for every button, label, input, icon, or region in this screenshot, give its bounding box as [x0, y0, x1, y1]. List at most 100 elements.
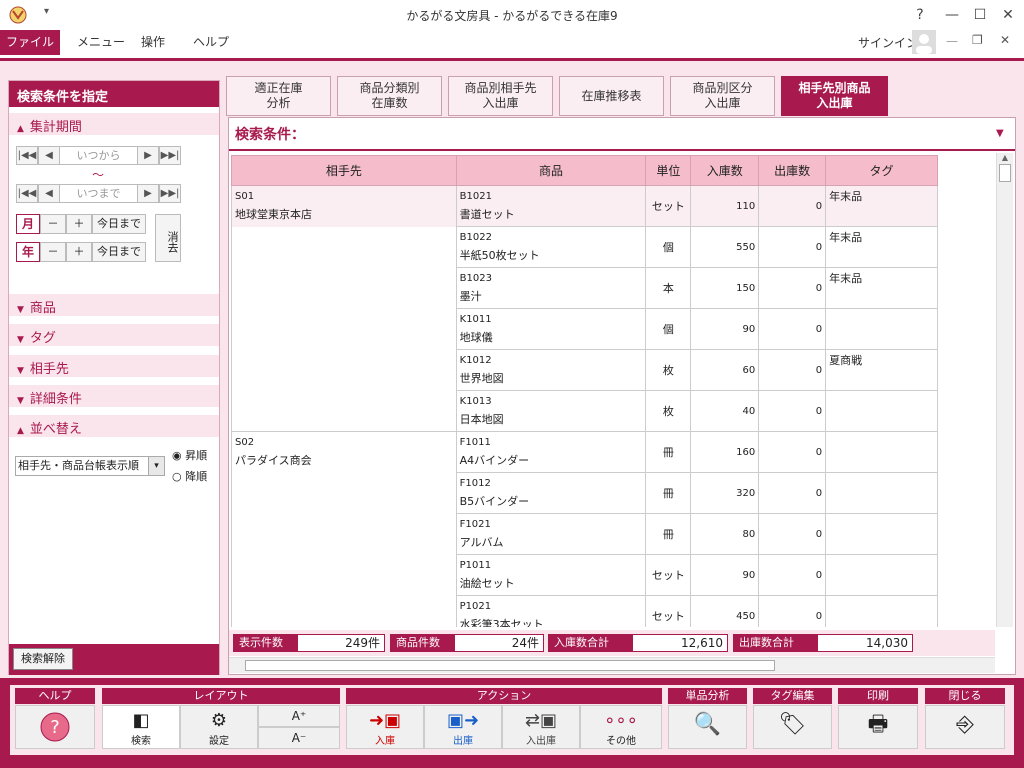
in-qty-cell[interactable]: 40	[690, 390, 760, 432]
partner-cell[interactable]	[231, 595, 457, 627]
tab-product-division[interactable]: 商品別区分 入出庫	[670, 76, 775, 116]
help-button[interactable]: ?	[15, 705, 95, 749]
sort-asc-radio[interactable]: ◉ 昇順	[172, 447, 207, 463]
stock-inout-button[interactable]: ⇄▣ 入出庫	[502, 705, 580, 749]
out-qty-cell[interactable]: 0	[758, 431, 827, 473]
year-minus-button[interactable]: －	[40, 242, 66, 262]
tag-cell[interactable]: 年末品	[825, 267, 938, 309]
avatar-icon[interactable]	[912, 30, 936, 54]
partner-cell[interactable]: S02 パラダイス商会	[231, 431, 457, 473]
in-qty-cell[interactable]: 450	[690, 595, 760, 627]
unit-cell[interactable]: 枚	[645, 390, 692, 432]
unit-cell[interactable]: 本	[645, 267, 692, 309]
signin-link[interactable]: サインイン	[858, 34, 918, 51]
last-icon[interactable]: ▶▶|	[159, 146, 181, 165]
table-row[interactable]: S01 地球堂東京本店 B1021 書道セット セット 110 0 年末品	[231, 185, 938, 227]
partner-cell[interactable]	[231, 390, 457, 432]
unit-cell[interactable]: 冊	[645, 431, 692, 473]
unit-cell[interactable]: 冊	[645, 472, 692, 514]
ribbon-min-icon[interactable]: —	[946, 34, 958, 48]
tab-partner-product[interactable]: 相手先別商品 入出庫	[781, 76, 888, 116]
window-help-button[interactable]: ?	[904, 0, 936, 30]
scroll-thumb[interactable]	[999, 164, 1011, 182]
in-qty-cell[interactable]: 160	[690, 431, 760, 473]
unit-cell[interactable]: 枚	[645, 349, 692, 391]
in-qty-cell[interactable]: 320	[690, 472, 760, 514]
ribbon-restore-icon[interactable]: ❐	[972, 33, 983, 47]
erase-button[interactable]: 消去	[155, 214, 181, 262]
next-icon[interactable]: ▶	[137, 146, 159, 165]
tag-cell[interactable]	[825, 513, 938, 555]
vertical-scrollbar[interactable]: ▲	[996, 153, 1013, 627]
unit-cell[interactable]: セット	[645, 185, 692, 227]
layout-search-button[interactable]: ◧ 検索	[102, 705, 180, 749]
in-qty-cell[interactable]: 150	[690, 267, 760, 309]
in-qty-cell[interactable]: 60	[690, 349, 760, 391]
section-detail[interactable]: ▼ 詳細条件	[9, 385, 219, 407]
table-row[interactable]: K1011 地球儀 個 90 0	[231, 308, 938, 350]
partner-cell[interactable]	[231, 472, 457, 514]
from-date-input[interactable]: いつから	[60, 146, 137, 165]
partner-cell[interactable]: S01 地球堂東京本店	[231, 185, 457, 227]
first-icon[interactable]: |◀◀	[16, 146, 38, 165]
close-button[interactable]: ⎆	[925, 705, 1005, 749]
close-window-button[interactable]: ✕	[992, 0, 1024, 30]
tag-cell[interactable]	[825, 390, 938, 432]
product-cell[interactable]: K1013 日本地図	[455, 390, 647, 432]
unit-cell[interactable]: セット	[645, 595, 692, 627]
chevron-down-icon[interactable]: ▾	[148, 457, 164, 475]
hscroll-thumb[interactable]	[245, 660, 775, 671]
next-icon[interactable]: ▶	[137, 184, 159, 203]
stock-out-button[interactable]: ▣➜ 出庫	[424, 705, 502, 749]
table-row[interactable]: B1023 墨汁 本 150 0 年末品	[231, 267, 938, 309]
product-cell[interactable]: B1023 墨汁	[455, 267, 647, 309]
tag-cell[interactable]: 年末品	[825, 226, 938, 268]
in-qty-cell[interactable]: 90	[690, 308, 760, 350]
table-row[interactable]: F1012 B5バインダー 冊 320 0	[231, 472, 938, 514]
font-up-button[interactable]: A⁺	[258, 705, 340, 727]
layout-settings-button[interactable]: ⚙ 設定	[180, 705, 258, 749]
table-row[interactable]: K1013 日本地図 枚 40 0	[231, 390, 938, 432]
out-qty-cell[interactable]: 0	[758, 513, 827, 555]
col-unit[interactable]: 単位	[645, 155, 692, 186]
table-row[interactable]: F1021 アルバム 冊 80 0	[231, 513, 938, 555]
prev-icon[interactable]: ◀	[38, 146, 60, 165]
out-qty-cell[interactable]: 0	[758, 472, 827, 514]
table-row[interactable]: P1011 油絵セット セット 90 0	[231, 554, 938, 596]
font-down-button[interactable]: A⁻	[258, 727, 340, 749]
in-qty-cell[interactable]: 90	[690, 554, 760, 596]
first-icon[interactable]: |◀◀	[16, 184, 38, 203]
tag-cell[interactable]	[825, 308, 938, 350]
year-today-button[interactable]: 今日まで	[92, 242, 146, 262]
col-product[interactable]: 商品	[455, 155, 647, 186]
tab-category-stock[interactable]: 商品分類別 在庫数	[337, 76, 442, 116]
tag-cell[interactable]: 年末品	[825, 185, 938, 227]
table-row[interactable]: B1022 半紙50枚セット 個 550 0 年末品	[231, 226, 938, 268]
table-row[interactable]: K1012 世界地図 枚 60 0 夏商戦	[231, 349, 938, 391]
tag-edit-button[interactable]: 🏷	[753, 705, 832, 749]
table-row[interactable]: P1021 水彩筆3本セット セット 450 0	[231, 595, 938, 627]
tab-optimal-stock[interactable]: 適正在庫 分析	[226, 76, 331, 116]
menu-help[interactable]: ヘルプ	[193, 30, 229, 55]
partner-cell[interactable]	[231, 308, 457, 350]
tab-stock-trend[interactable]: 在庫推移表	[559, 76, 664, 116]
unit-cell[interactable]: セット	[645, 554, 692, 596]
col-out[interactable]: 出庫数	[758, 155, 827, 186]
partner-cell[interactable]	[231, 554, 457, 596]
section-partner[interactable]: ▼ 相手先	[9, 355, 219, 377]
analysis-button[interactable]: 🔍	[668, 705, 747, 749]
menu-menu[interactable]: メニュー	[77, 30, 125, 55]
product-cell[interactable]: B1021 書道セット	[455, 185, 647, 227]
prev-icon[interactable]: ◀	[38, 184, 60, 203]
to-date-input[interactable]: いつまで	[60, 184, 137, 203]
year-plus-button[interactable]: ＋	[66, 242, 92, 262]
menu-operation[interactable]: 操作	[141, 30, 165, 55]
out-qty-cell[interactable]: 0	[758, 554, 827, 596]
col-partner[interactable]: 相手先	[231, 155, 457, 186]
section-period[interactable]: ▲ 集計期間	[9, 113, 219, 135]
tag-cell[interactable]	[825, 595, 938, 627]
product-cell[interactable]: K1011 地球儀	[455, 308, 647, 350]
col-in[interactable]: 入庫数	[690, 155, 760, 186]
tag-cell[interactable]	[825, 431, 938, 473]
menu-file[interactable]: ファイル	[0, 30, 60, 55]
